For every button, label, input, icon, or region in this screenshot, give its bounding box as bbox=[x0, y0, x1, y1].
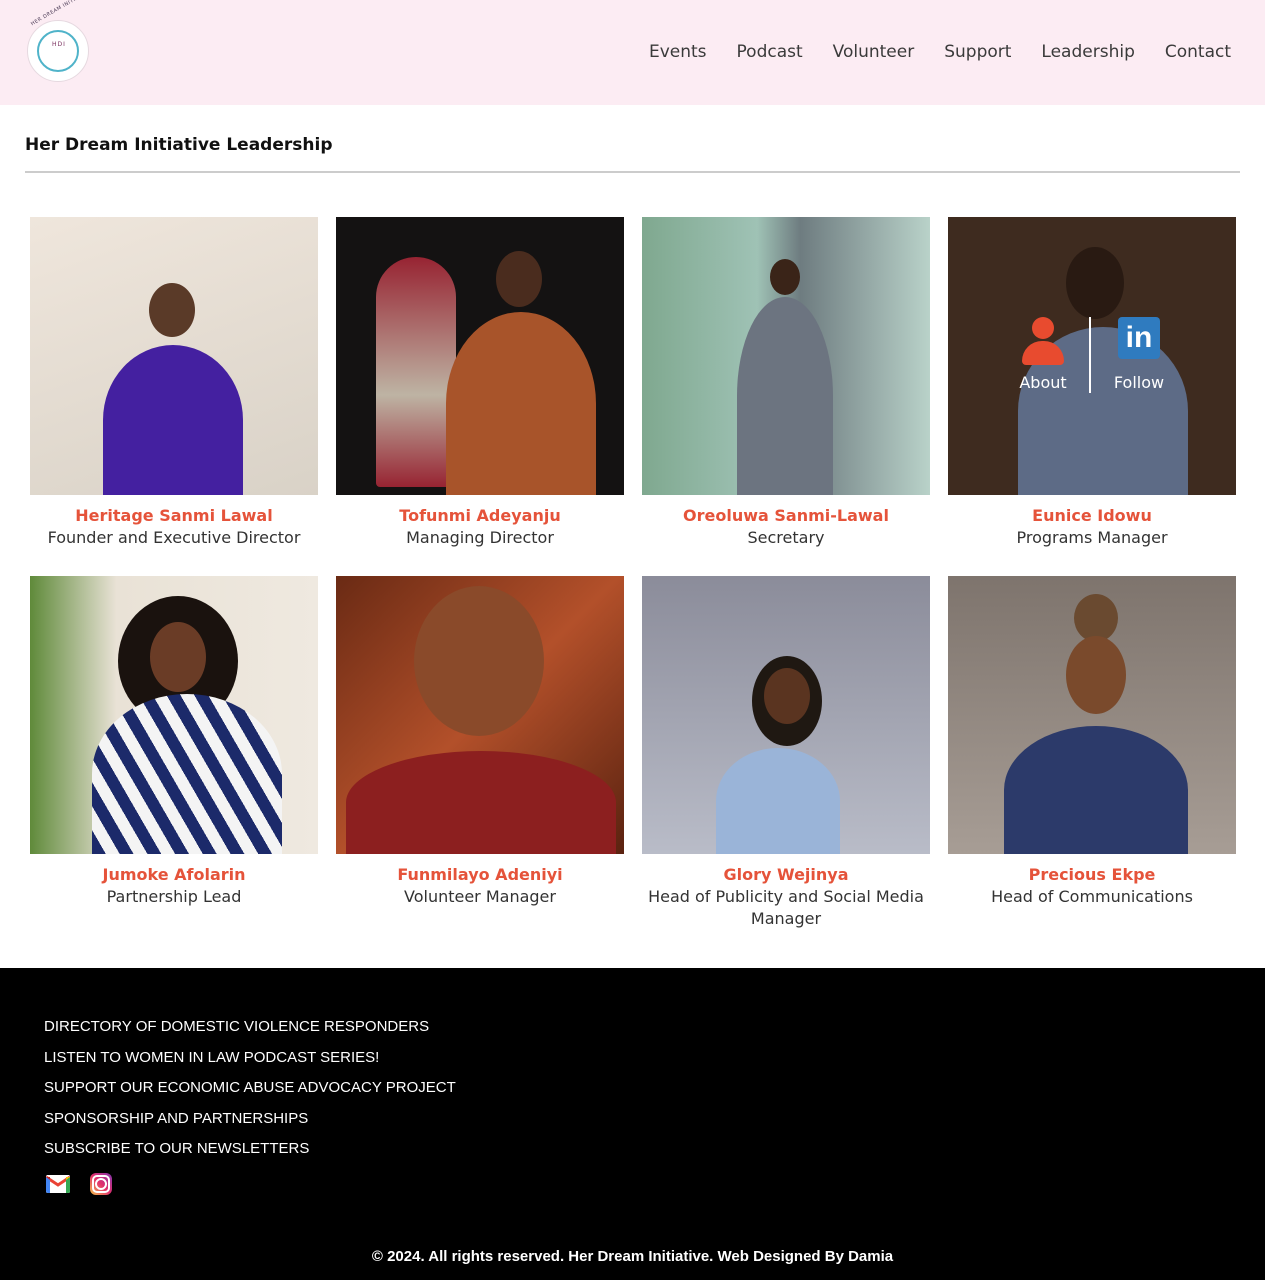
photo-head bbox=[149, 283, 195, 337]
nav-support[interactable]: Support bbox=[944, 42, 1011, 62]
logo-monogram: HDI bbox=[52, 41, 66, 48]
photo-head bbox=[1066, 636, 1126, 714]
photo-body bbox=[1004, 726, 1188, 854]
member-photo bbox=[948, 576, 1236, 854]
team-card[interactable]: Oreoluwa Sanmi-Lawal Secretary bbox=[642, 217, 930, 549]
gmail-icon[interactable] bbox=[46, 1175, 70, 1193]
member-role: Programs Manager bbox=[1016, 528, 1168, 547]
member-name: Precious Ekpe bbox=[1028, 865, 1156, 884]
person-icon bbox=[1020, 317, 1066, 365]
footer-link-directory[interactable]: DIRECTORY OF DOMESTIC VIOLENCE RESPONDER… bbox=[44, 1012, 456, 1043]
logo-ring: HDI bbox=[37, 30, 79, 72]
nav-podcast[interactable]: Podcast bbox=[737, 42, 803, 62]
photo-head bbox=[414, 586, 544, 736]
photo-body bbox=[92, 694, 282, 854]
member-role: Managing Director bbox=[406, 528, 554, 547]
member-role: Head of Publicity and Social Media Manag… bbox=[648, 887, 924, 928]
member-name: Jumoke Afolarin bbox=[102, 865, 246, 884]
member-name: Heritage Sanmi Lawal bbox=[75, 506, 273, 525]
member-photo bbox=[336, 576, 624, 854]
photo-flowers bbox=[376, 257, 456, 487]
nav-events[interactable]: Events bbox=[649, 42, 707, 62]
photo-hair bbox=[1074, 594, 1118, 642]
team-card[interactable]: Heritage Sanmi Lawal Founder and Executi… bbox=[30, 217, 318, 549]
footer-link-sponsorship[interactable]: SPONSORSHIP AND PARTNERSHIPS bbox=[44, 1104, 456, 1135]
team-card-hovered[interactable]: About in Follow Eunice Idowu Programs Ma… bbox=[948, 217, 1236, 549]
team-card[interactable]: Precious Ekpe Head of Communications bbox=[948, 576, 1236, 908]
team-card[interactable]: Glory Wejinya Head of Publicity and Soci… bbox=[642, 576, 930, 930]
footer-link-advocacy[interactable]: SUPPORT OUR ECONOMIC ABUSE ADVOCACY PROJ… bbox=[44, 1073, 456, 1104]
team-card[interactable]: Tofunmi Adeyanju Managing Director bbox=[336, 217, 624, 549]
hover-overlay bbox=[948, 217, 1236, 495]
team-card[interactable]: Funmilayo Adeniyi Volunteer Manager bbox=[336, 576, 624, 908]
site-footer: DIRECTORY OF DOMESTIC VIOLENCE RESPONDER… bbox=[0, 968, 1265, 1280]
photo-head bbox=[764, 668, 810, 724]
about-label: About bbox=[1019, 373, 1067, 392]
member-role: Founder and Executive Director bbox=[47, 528, 301, 547]
member-photo bbox=[30, 217, 318, 495]
instagram-icon[interactable] bbox=[90, 1173, 112, 1195]
logo-text: HER DREAM INITIATIVE bbox=[30, 0, 92, 28]
site-logo[interactable]: HER DREAM INITIATIVE HDI bbox=[27, 0, 91, 82]
follow-button[interactable]: in Follow bbox=[1099, 317, 1179, 392]
about-button[interactable]: About bbox=[1003, 317, 1083, 392]
member-role: Secretary bbox=[747, 528, 825, 547]
page-title: Her Dream Initiative Leadership bbox=[25, 135, 333, 155]
member-photo bbox=[642, 576, 930, 854]
photo-head bbox=[496, 251, 542, 307]
photo-head bbox=[150, 622, 206, 692]
photo-head bbox=[770, 259, 800, 295]
site-header: HER DREAM INITIATIVE HDI Events Podcast … bbox=[0, 0, 1265, 105]
copyright-text: © 2024. All rights reserved. Her Dream I… bbox=[371, 1248, 894, 1265]
member-name: Glory Wejinya bbox=[723, 865, 849, 884]
photo-body bbox=[716, 748, 840, 854]
nav-contact[interactable]: Contact bbox=[1165, 42, 1231, 62]
footer-link-newsletter[interactable]: SUBSCRIBE TO OUR NEWSLETTERS bbox=[44, 1134, 456, 1165]
follow-label: Follow bbox=[1113, 373, 1165, 392]
photo-body bbox=[346, 751, 616, 854]
member-name: Eunice Idowu bbox=[1032, 506, 1152, 525]
social-icons bbox=[46, 1173, 112, 1197]
overlay-divider bbox=[1089, 317, 1091, 393]
main-nav: Events Podcast Volunteer Support Leaders… bbox=[619, 42, 1231, 62]
team-card[interactable]: Jumoke Afolarin Partnership Lead bbox=[30, 576, 318, 908]
member-photo bbox=[642, 217, 930, 495]
footer-links: DIRECTORY OF DOMESTIC VIOLENCE RESPONDER… bbox=[44, 1012, 456, 1165]
footer-link-podcast[interactable]: LISTEN TO WOMEN IN LAW PODCAST SERIES! bbox=[44, 1043, 456, 1074]
member-photo bbox=[30, 576, 318, 854]
nav-volunteer[interactable]: Volunteer bbox=[833, 42, 915, 62]
nav-leadership[interactable]: Leadership bbox=[1041, 42, 1134, 62]
title-divider bbox=[25, 171, 1240, 173]
member-name: Oreoluwa Sanmi-Lawal bbox=[683, 506, 889, 525]
photo-body bbox=[446, 312, 596, 495]
photo-body bbox=[737, 297, 833, 495]
member-name: Funmilayo Adeniyi bbox=[397, 865, 563, 884]
member-photo: About in Follow bbox=[948, 217, 1236, 495]
member-role: Partnership Lead bbox=[106, 887, 242, 906]
member-photo bbox=[336, 217, 624, 495]
linkedin-icon: in bbox=[1118, 317, 1160, 359]
member-role: Volunteer Manager bbox=[404, 887, 556, 906]
photo-body bbox=[103, 345, 243, 495]
member-role: Head of Communications bbox=[991, 887, 1193, 906]
member-name: Tofunmi Adeyanju bbox=[399, 506, 561, 525]
